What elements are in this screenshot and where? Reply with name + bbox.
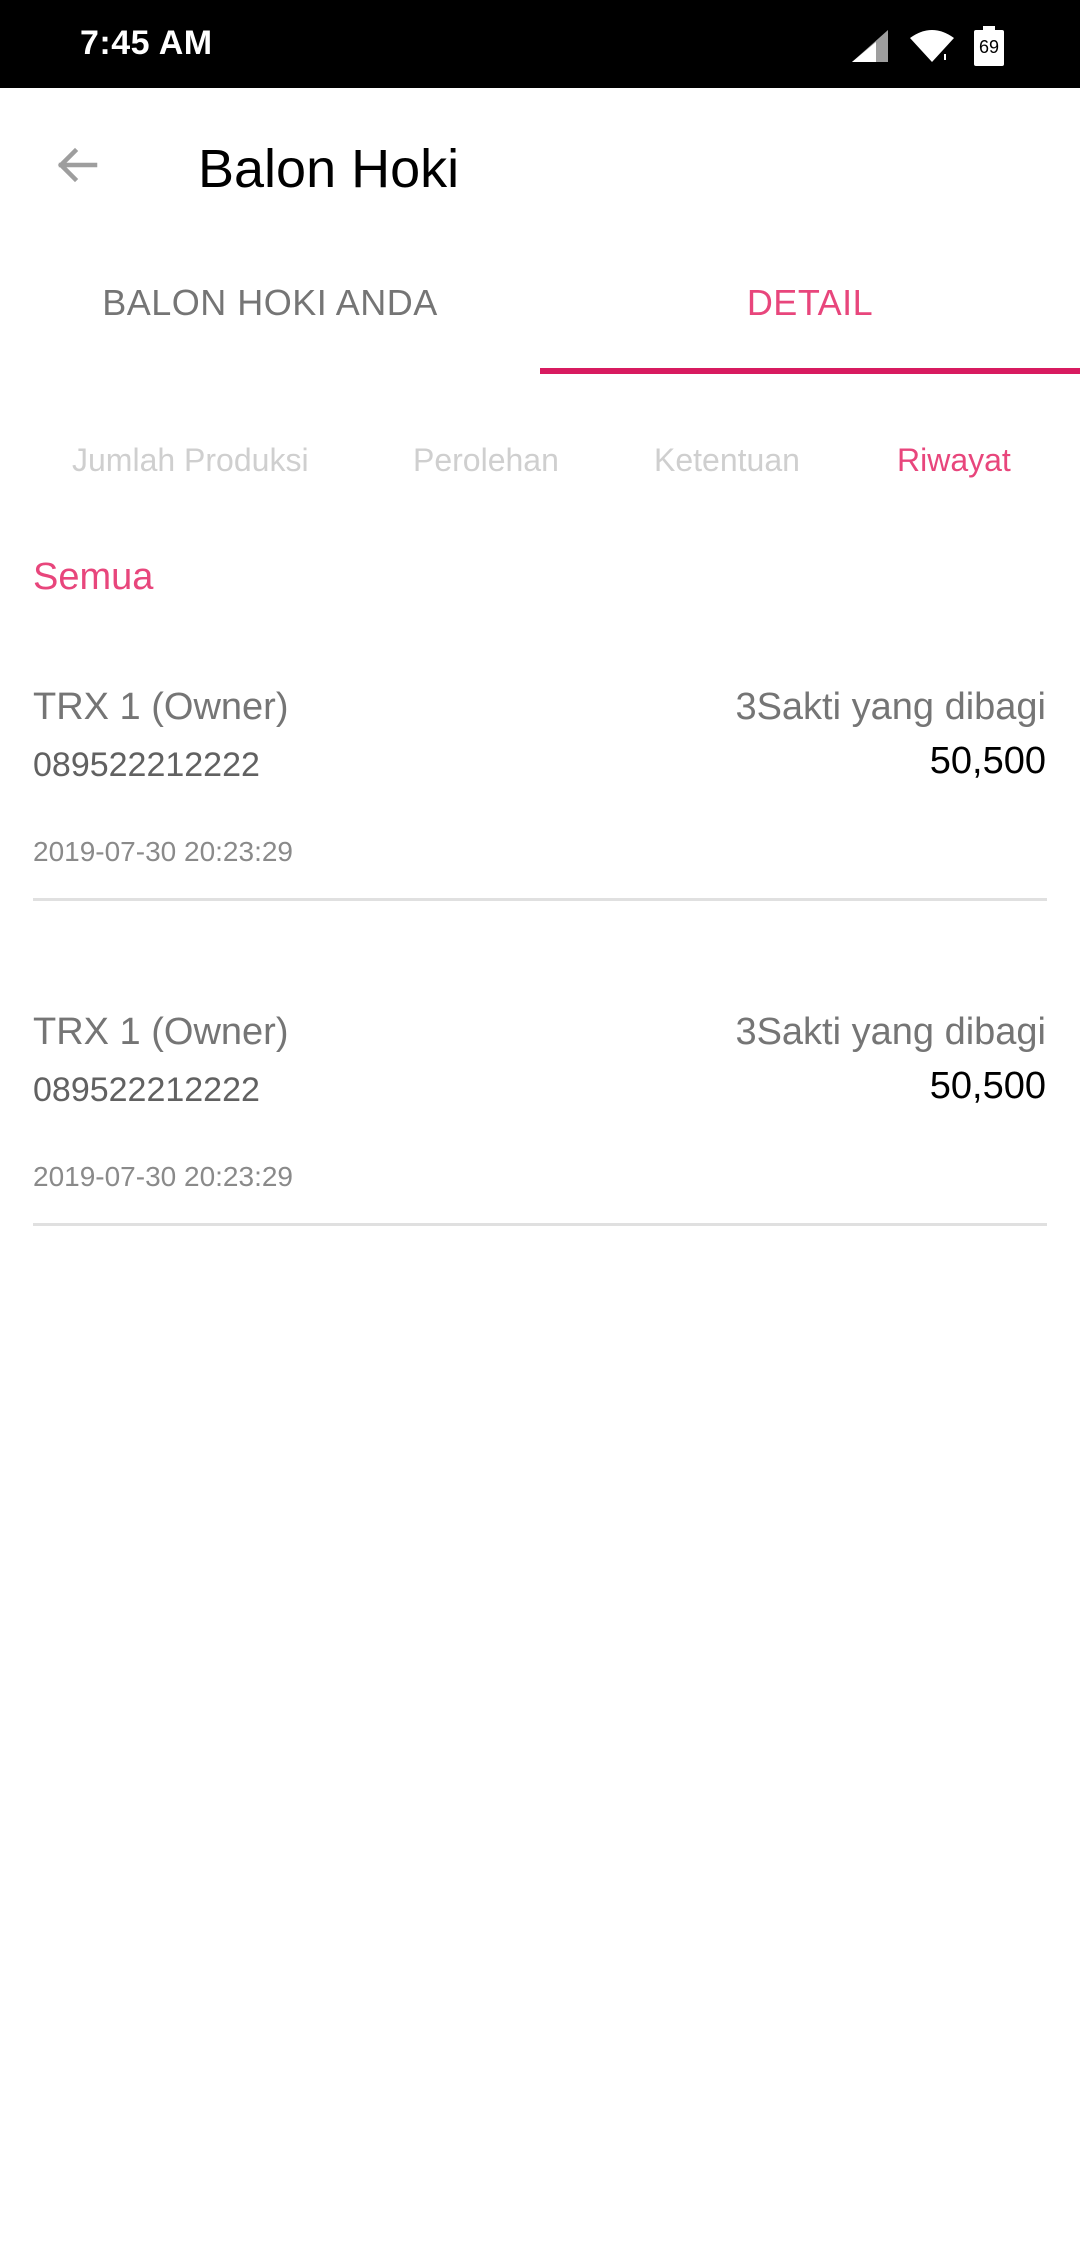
tab-label: DETAIL	[746, 282, 874, 323]
item-name: TRX 1 (Owner)	[33, 1011, 289, 1053]
divider	[33, 898, 1047, 901]
arrow-left-icon	[53, 141, 101, 194]
subtab-jumlah-produksi[interactable]: Jumlah Produksi	[72, 442, 309, 479]
item-amount: 50,500	[929, 1065, 1046, 1107]
item-phone: 089522212222	[33, 746, 260, 784]
item-date: 2019-07-30 20:23:29	[33, 836, 293, 867]
tab-indicator	[540, 368, 1080, 374]
item-shared-label: 3Sakti yang dibagi	[735, 1011, 1046, 1053]
item-name: TRX 1 (Owner)	[33, 686, 289, 728]
main-tabs: BALON HOKI ANDA DETAIL	[0, 248, 1080, 374]
tab-balon-hoki-anda[interactable]: BALON HOKI ANDA	[0, 248, 540, 374]
item-shared-label: 3Sakti yang dibagi	[735, 686, 1046, 728]
subtab-riwayat[interactable]: Riwayat	[897, 442, 1011, 479]
tab-detail[interactable]: DETAIL	[540, 248, 1080, 374]
battery-icon: 69	[974, 26, 1004, 66]
history-list: TRX 1 (Owner) 089522212222 3Sakti yang d…	[0, 660, 1080, 1310]
tab-label: BALON HOKI ANDA	[102, 282, 438, 323]
screen: 7:45 AM 69 Balon Hoki BALON HOKI ANDA DE…	[0, 0, 1080, 2246]
divider	[33, 1223, 1047, 1226]
filter-semua[interactable]: Semua	[33, 556, 153, 599]
page-title: Balon Hoki	[198, 139, 460, 199]
subtab-ketentuan[interactable]: Ketentuan	[654, 442, 800, 479]
status-bar: 7:45 AM 69	[0, 0, 1080, 88]
item-date: 2019-07-30 20:23:29	[33, 1161, 293, 1192]
status-icons: 69	[850, 24, 1004, 68]
sub-tabs: Jumlah Produksi Perolehan Ketentuan Riwa…	[0, 428, 1080, 498]
list-item[interactable]: TRX 1 (Owner) 089522212222 3Sakti yang d…	[0, 985, 1080, 1310]
list-item[interactable]: TRX 1 (Owner) 089522212222 3Sakti yang d…	[0, 660, 1080, 985]
app-bar: Balon Hoki	[0, 88, 1080, 248]
signal-icon	[850, 28, 890, 64]
wifi-icon	[908, 28, 956, 64]
item-amount: 50,500	[929, 740, 1046, 782]
back-button[interactable]	[40, 130, 114, 204]
status-time: 7:45 AM	[80, 24, 213, 62]
battery-level: 69	[978, 37, 1000, 57]
item-phone: 089522212222	[33, 1071, 260, 1109]
subtab-perolehan[interactable]: Perolehan	[413, 442, 559, 479]
